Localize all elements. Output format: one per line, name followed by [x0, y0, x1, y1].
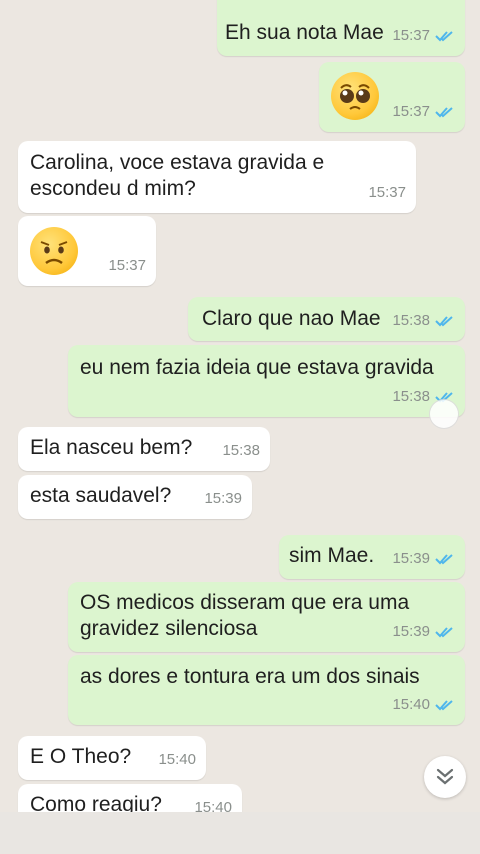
double-check-icon: [435, 316, 453, 327]
message-time: 15:38: [222, 442, 260, 459]
message-bubble-incoming[interactable]: Carolina, voce estava gravida e escondeu…: [18, 141, 416, 213]
scroll-to-bottom-button[interactable]: [424, 756, 466, 798]
message-time: 15:38: [392, 388, 430, 405]
double-check-icon: [435, 700, 453, 711]
message-text: esta saudavel?: [30, 484, 172, 507]
chat-thread[interactable]: Eh sua nota Mae 15:37 15:37 Carolina, vo…: [0, 0, 480, 854]
message-bubble-outgoing[interactable]: OS medicos disseram que era uma gravidez…: [68, 582, 465, 652]
message-time: 15:37: [368, 184, 406, 201]
message-bubble-incoming[interactable]: esta saudavel? 15:39: [18, 475, 252, 519]
double-check-icon: [435, 554, 453, 565]
message-bubble-outgoing[interactable]: sim Mae. 15:39: [279, 535, 465, 579]
pleading-face-emoji-icon: [331, 72, 379, 120]
message-meta: 15:39: [204, 486, 242, 512]
message-text: E O Theo?: [30, 745, 132, 768]
message-meta: 15:40: [158, 747, 196, 773]
double-check-icon: [435, 31, 453, 42]
worried-face-emoji-icon: [30, 227, 78, 275]
message-time: 15:37: [108, 257, 146, 274]
message-time: 15:37: [392, 103, 430, 120]
message-bubble-incoming[interactable]: E O Theo? 15:40: [18, 736, 206, 780]
message-time: 15:39: [392, 623, 430, 640]
message-meta: 15:37: [368, 180, 406, 206]
message-text-line-2: gravidez silenciosa: [80, 617, 258, 640]
message-meta: 15:37: [108, 253, 146, 279]
message-meta: 15:37: [392, 23, 455, 49]
message-text: Ela nasceu bem?: [30, 436, 193, 459]
message-meta: 15:37: [392, 99, 455, 125]
message-text-line-2: escondeu d mim?: [30, 177, 196, 200]
message-time: 15:39: [392, 550, 430, 567]
message-time: 15:40: [158, 751, 196, 768]
message-text-line-1: Carolina, voce estava gravida e: [30, 151, 325, 174]
message-text: sim Mae.: [289, 544, 375, 567]
message-text: Eh sua nota Mae: [225, 21, 384, 44]
message-bubble-incoming[interactable]: 15:37: [18, 216, 156, 286]
message-meta: 15:39: [392, 546, 455, 572]
message-meta: 15:39: [392, 619, 455, 645]
message-meta: 15:40: [392, 692, 455, 718]
message-time: 15:40: [392, 696, 430, 713]
message-text: as dores e tontura era um dos sinais: [80, 665, 420, 688]
message-bubble-outgoing[interactable]: Eh sua nota Mae 15:37: [217, 0, 465, 56]
message-meta: 15:38: [222, 438, 260, 464]
message-meta: 15:38: [392, 308, 455, 334]
message-bubble-outgoing[interactable]: eu nem fazia ideia que estava gravida 15…: [68, 345, 465, 417]
double-check-icon: [435, 107, 453, 118]
message-text-line-1: OS medicos disseram que era uma: [80, 591, 410, 614]
bottom-overlay: [0, 812, 480, 854]
message-bubble-incoming[interactable]: Ela nasceu bem? 15:38: [18, 427, 270, 471]
message-bubble-outgoing[interactable]: as dores e tontura era um dos sinais 15:…: [68, 655, 465, 725]
message-time: 15:39: [204, 490, 242, 507]
message-text: eu nem fazia ideia que estava gravida: [80, 356, 434, 379]
double-chevron-down-icon: [436, 768, 454, 785]
touch-indicator: [429, 399, 459, 429]
message-bubble-outgoing[interactable]: 15:37: [319, 62, 465, 132]
message-time: 15:38: [392, 312, 430, 329]
message-time: 15:37: [392, 27, 430, 44]
message-bubble-outgoing[interactable]: Claro que nao Mae 15:38: [188, 297, 465, 341]
message-text: Claro que nao Mae: [202, 307, 381, 330]
double-check-icon: [435, 627, 453, 638]
